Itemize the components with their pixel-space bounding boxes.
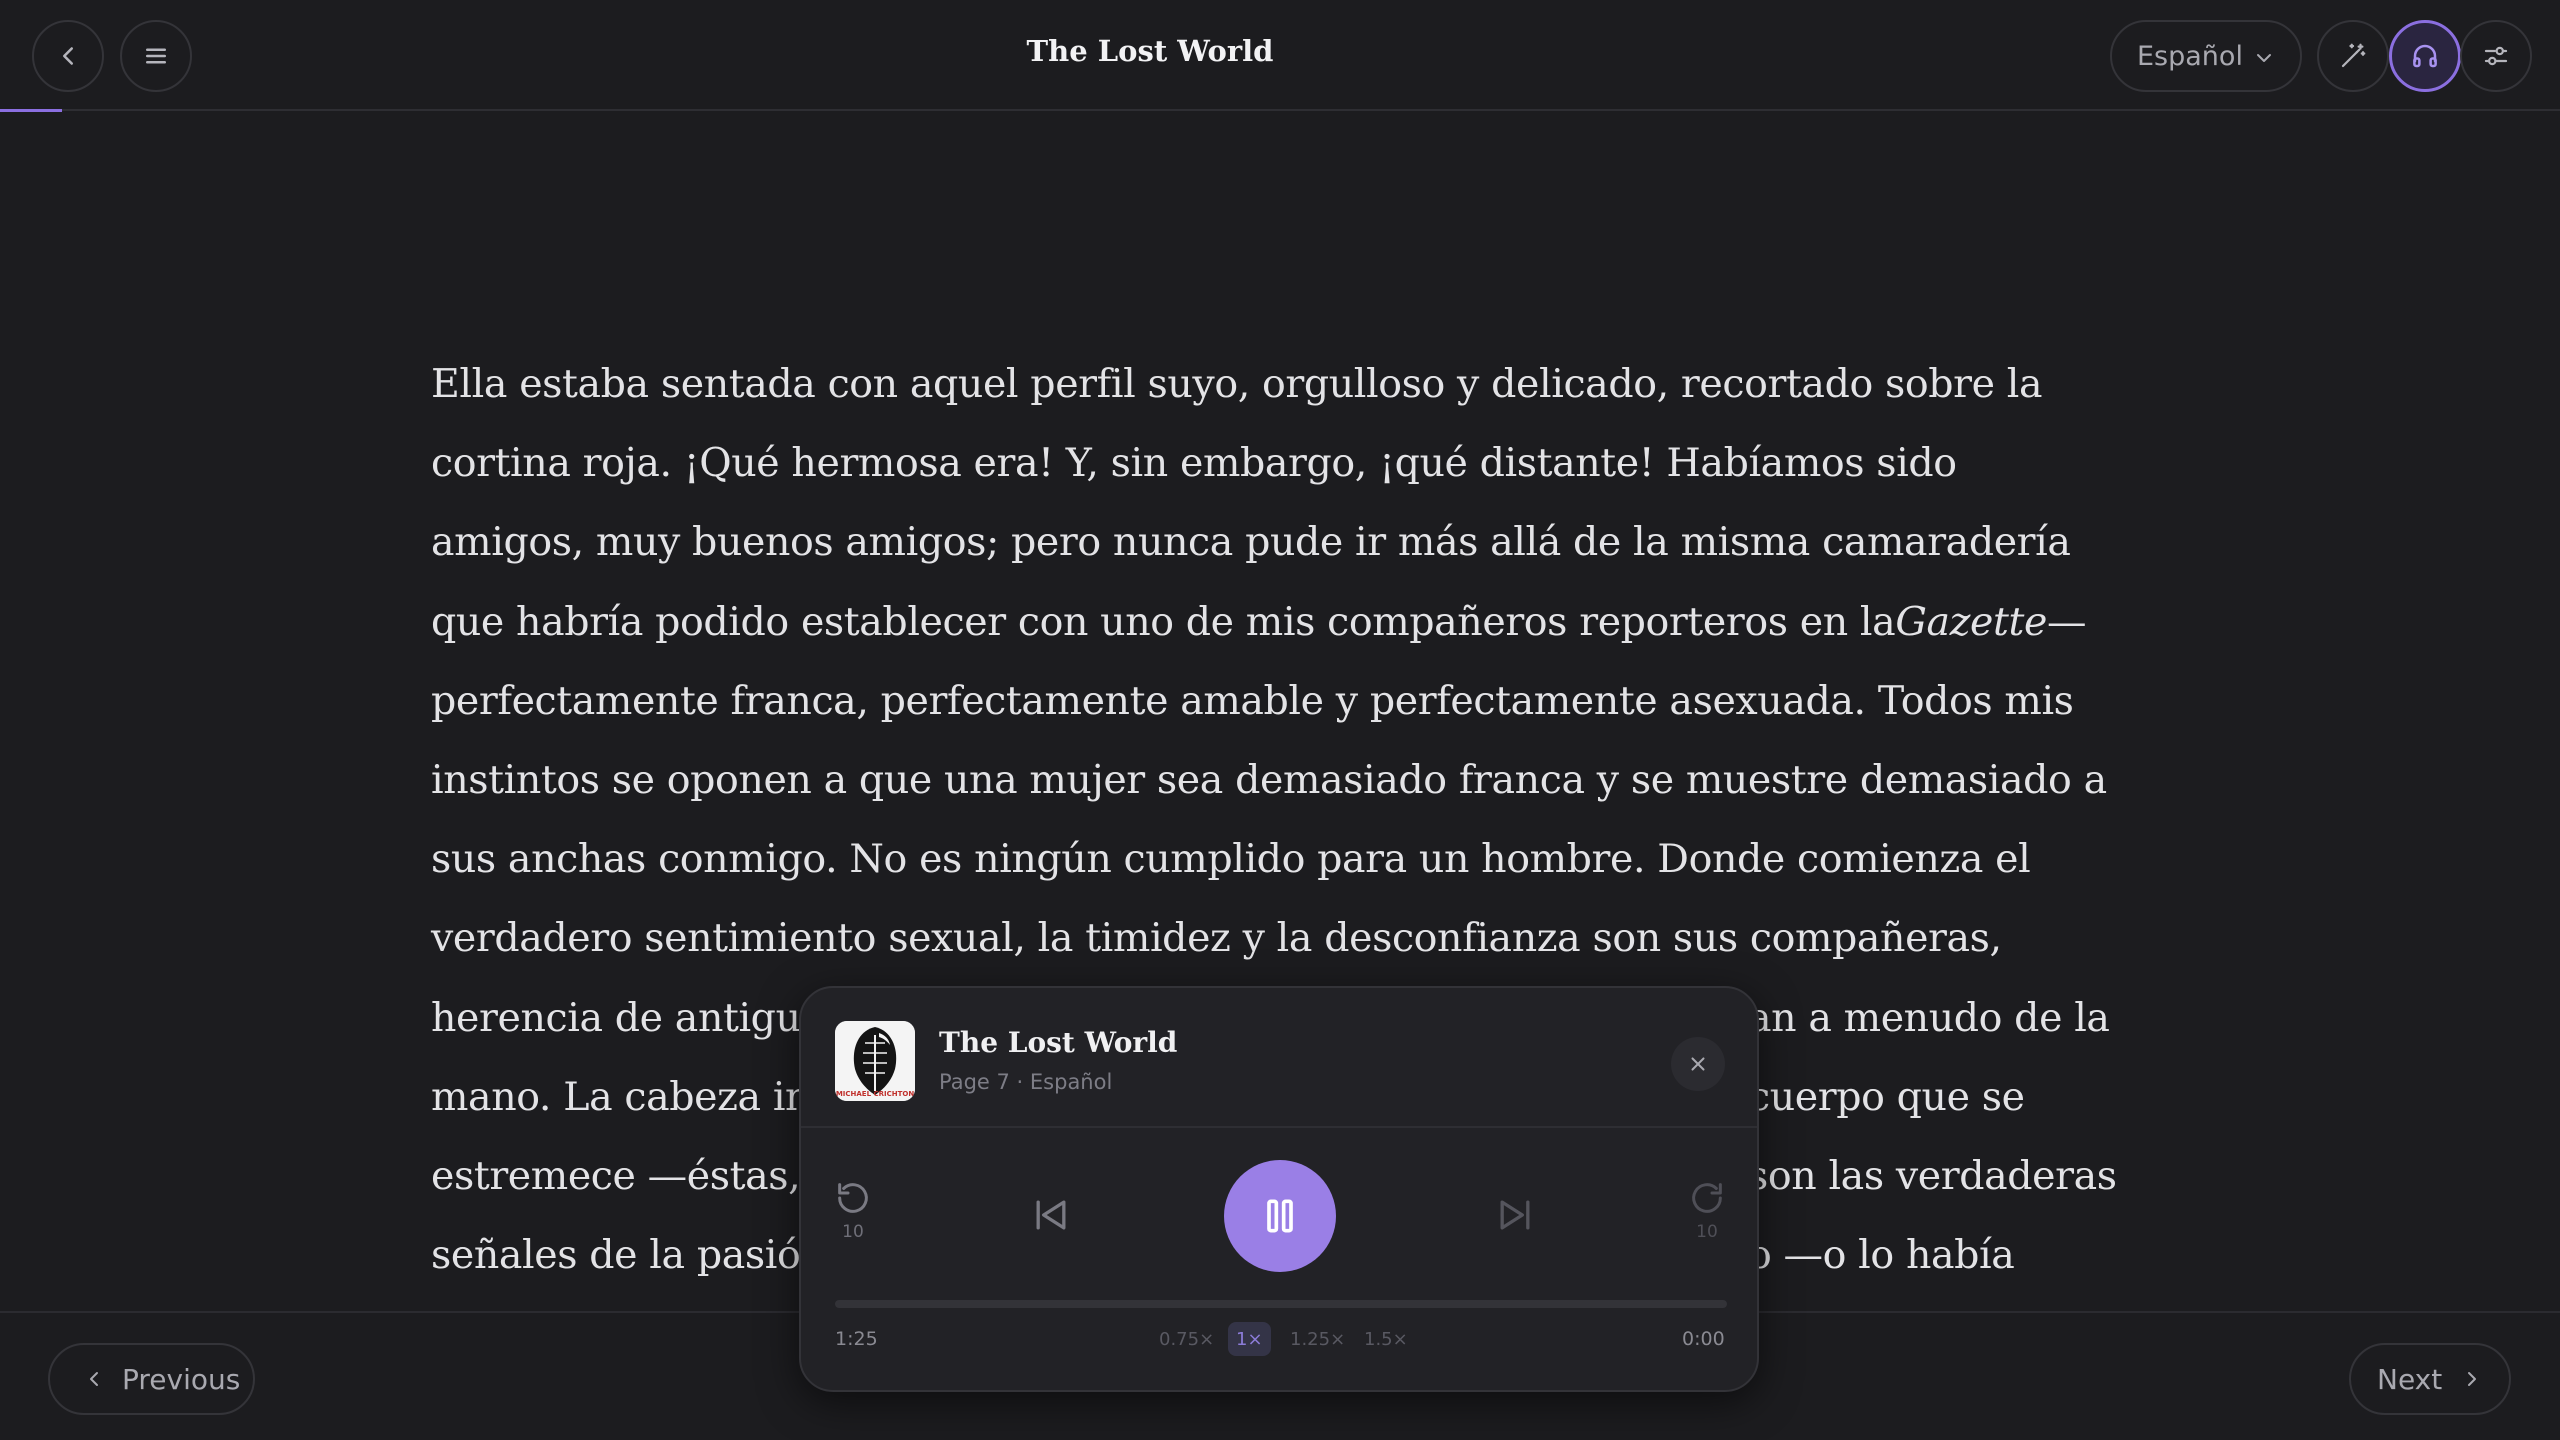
language-value: Español [2137, 40, 2243, 72]
next-track-button[interactable] [1493, 1193, 1537, 1237]
text-line: cortina roja. ¡Qué hermosa era! Y, sin e… [431, 440, 1957, 487]
svg-text:MICHAEL CRICHTON: MICHAEL CRICHTON [836, 1090, 915, 1098]
text-line: que habría podido establecer con uno de … [431, 583, 2151, 662]
audio-button[interactable] [2389, 20, 2461, 92]
forward-10-button[interactable]: 10 [1685, 1178, 1729, 1242]
previous-button[interactable]: Previous [48, 1343, 255, 1415]
close-icon [1691, 1057, 1705, 1071]
text-segment: an a menudo de la [1748, 994, 2110, 1041]
rewind-seconds: 10 [842, 1222, 864, 1242]
skip-forward-icon [1500, 1200, 1530, 1230]
speed-option[interactable]: 0.75× [1159, 1322, 1214, 1356]
rotate-cw-icon [1692, 1183, 1722, 1213]
next-button[interactable]: Next [2349, 1343, 2511, 1415]
menu-button[interactable] [120, 20, 192, 92]
next-label: Next [2377, 1362, 2443, 1396]
text-segment: herencia de antigu [431, 994, 801, 1041]
cover-image: MICHAEL CRICHTON [835, 1021, 915, 1101]
book-cover: MICHAEL CRICHTON [835, 1021, 915, 1101]
text-segment: — [2046, 598, 2087, 645]
player-header: MICHAEL CRICHTON The Lost World Page 7 ·… [801, 988, 1757, 1128]
magic-wand-button[interactable] [2317, 20, 2389, 92]
audio-player: MICHAEL CRICHTON The Lost World Page 7 ·… [799, 986, 1759, 1392]
skip-back-icon [1036, 1200, 1066, 1230]
headphones-icon [2413, 44, 2437, 68]
italic-text: Gazette [1895, 598, 2047, 645]
chevron-left-icon [90, 1372, 98, 1386]
current-time: 1:25 [835, 1328, 878, 1350]
language-select[interactable]: Español [2110, 20, 2302, 92]
playback-progress-track[interactable] [835, 1300, 1727, 1308]
text-line: instintos se oponen a que una mujer sea … [431, 757, 2107, 804]
reading-progress-bar [0, 109, 62, 112]
chevron-left-icon [63, 47, 73, 65]
chevron-down-icon [2257, 54, 2271, 62]
text-segment: cuerpo que se [1748, 1073, 2025, 1120]
text-segment: son las verdaderas [1748, 1153, 2117, 1200]
text-line: sus anchas conmigo. No es ningún cumplid… [431, 836, 2031, 883]
rotate-ccw-icon [838, 1183, 868, 1213]
total-time: 0:00 [1682, 1328, 1725, 1350]
settings-button[interactable] [2460, 20, 2532, 92]
player-subtitle: Page 7 · Español [939, 1070, 1113, 1094]
speed-option[interactable]: 1.5× [1364, 1322, 1408, 1356]
text-line: verdadero sentimiento sexual, la timidez… [431, 915, 2002, 962]
text-line: Ella estaba sentada con aquel perfil suy… [431, 361, 2043, 407]
text-segment: o —o lo había [1748, 1232, 2015, 1279]
forward-seconds: 10 [1696, 1222, 1718, 1242]
text-segment: estremece —éstas, [431, 1153, 801, 1200]
text-line: amigos, muy buenos amigos; pero nunca pu… [431, 519, 2071, 566]
back-button[interactable] [32, 20, 104, 92]
menu-icon [146, 48, 166, 64]
close-player-button[interactable] [1671, 1037, 1725, 1091]
speed-option[interactable]: 1.25× [1290, 1322, 1345, 1356]
previous-track-button[interactable] [1029, 1193, 1073, 1237]
text-segment: mano. La cabeza in [431, 1073, 811, 1120]
previous-label: Previous [122, 1362, 241, 1396]
text-line: perfectamente franca, perfectamente amab… [431, 677, 2074, 724]
book-title: The Lost World [1026, 34, 1274, 68]
text-segment: que habría podido establecer con uno de … [431, 598, 1896, 645]
speed-option-selected[interactable]: 1× [1228, 1322, 1271, 1356]
pause-button[interactable] [1224, 1160, 1336, 1272]
magic-wand-icon [2341, 43, 2366, 68]
pause-icon [1267, 1199, 1293, 1233]
chevron-right-icon [2468, 1372, 2477, 1386]
rewind-10-button[interactable]: 10 [831, 1178, 875, 1242]
top-bar: The Lost World Español [0, 0, 2560, 112]
sliders-icon [2484, 46, 2508, 66]
player-title: The Lost World [939, 1026, 1178, 1059]
text-segment: señales de la pasió [431, 1232, 801, 1279]
